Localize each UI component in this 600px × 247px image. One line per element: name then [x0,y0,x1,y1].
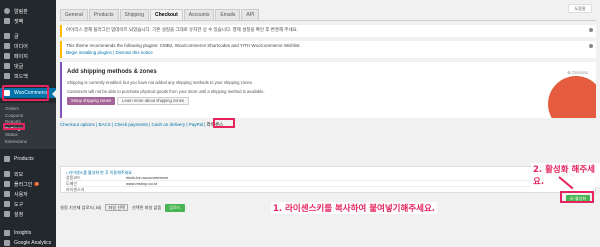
sidebar-item[interactable]: Insights [0,228,56,238]
sidebar-item-label: 알림판 [14,8,28,15]
license-row-value: inicis-for-woocommerce [126,175,169,180]
settings-highlight [3,123,25,130]
activate-highlight [560,191,594,203]
shipping-decoration [530,76,596,118]
setup-shipping-zones-button[interactable]: Setup shipping zones [67,97,116,105]
sidebar-item[interactable]: 글 [0,31,56,41]
shipping-text-1: Shipping is currently enabled, but you h… [67,80,254,85]
sidebar-item[interactable]: 페이지 [0,51,56,61]
checkout-section-links[interactable]: Checkout options | BACS | Check payments… [60,122,223,128]
menu-icon [4,191,10,197]
submenu-item[interactable]: Status [5,132,18,137]
menu-icon [4,33,10,39]
license-row-key: 라이센스키 [66,187,85,192]
plugin-notice-links[interactable]: Begin installing plugins | Dismiss this … [66,50,592,55]
menu-icon [4,43,10,49]
upload-button[interactable]: 업로드 [165,203,185,212]
menu-icon [4,181,10,187]
sidebar-item[interactable]: Products [0,154,56,164]
license-row: 라이센스키 [66,187,589,193]
sidebar-item-label: Google Analytics [14,240,52,246]
sidebar-item[interactable]: 도구 [0,199,56,209]
shipping-text-2: Customers will not be able to purchase p… [67,89,265,94]
tab-item[interactable]: Products [88,9,119,20]
plugin-notice-text: This theme recommends the following plug… [66,43,301,48]
license-panel: • 라이센스를 활성화 한 후 이용해주세요. 상품코드 inicis-for-… [60,166,596,193]
license-tab-highlight [213,118,235,128]
sidebar-item[interactable]: 외모 [0,169,56,179]
menu-icon [4,53,10,59]
file-select-button[interactable]: 파일 선택 [105,204,128,211]
close-icon[interactable] [589,44,593,48]
no-file-text: 선택된 파일 없음 [131,204,162,210]
sidebar-item-label: Products [14,156,34,162]
sidebar-item-label: 플러그인 [14,181,33,188]
admin-sidebar: 알림판 젯팩 글 미디어 페이지 댓글 피드백 WooCommerce Products 외모 플러… [0,0,56,247]
menu-icon [4,230,10,236]
settings-tabs: General Products Shipping Checkout Accounts E… [60,9,260,20]
sidebar-item-label: 도구 [14,201,24,208]
upload-label: 설정 기선제 업로드(.ini) [60,204,102,210]
update-notice-text: 아이리스 결제 플러그인 업데이트 되었습니다. 기존 설정을 그대로 유지한 … [66,27,299,32]
submenu-item[interactable]: Extensions [5,139,27,144]
sidebar-item[interactable]: 댓글 [0,61,56,71]
sidebar-item[interactable]: 플러그인 5 [0,179,56,189]
close-icon[interactable] [589,28,593,32]
sidebar-item-label: 댓글 [14,63,24,70]
section-links-text[interactable]: Checkout options | BACS | Check payments… [60,122,207,127]
menu-icon [4,156,10,162]
sidebar-item-label: 미디어 [14,43,28,50]
submenu-item[interactable]: Orders [5,106,19,111]
shipping-title: Add shipping methods & zones [67,69,157,75]
update-count-badge: 5 [34,182,40,186]
tab-divider [60,20,596,21]
submenu-item[interactable]: Coupons [5,113,23,118]
dismiss-label: Dismiss [572,70,588,75]
sidebar-item-label: 글 [14,33,19,40]
tab-item[interactable]: Shipping [119,9,149,20]
tab-item[interactable]: API [241,9,260,20]
tab-item[interactable]: General [60,9,88,20]
sidebar-item[interactable]: 설정 [0,209,56,219]
tab-item[interactable]: Accounts [183,9,215,20]
sidebar-item-label: 페이지 [14,53,28,60]
woocommerce-highlight [2,85,49,101]
menu-icon [4,201,10,207]
sidebar-item-label: 외모 [14,171,24,178]
sidebar-item-label: 사용자 [14,191,28,198]
sidebar-item-label: 젯팩 [14,18,24,25]
callout-step-1: 1. 라이센스키를 복사하여 붙여넣기해주세요. [271,202,438,214]
menu-icon [4,73,10,79]
sidebar-item[interactable]: 피드백 [0,71,56,81]
sidebar-item[interactable]: Google Analytics [0,238,56,247]
tab-item[interactable]: Checkout [150,9,183,20]
menu-icon [4,211,10,217]
menu-icon [4,171,10,177]
menu-icon [4,240,10,246]
sidebar-item-label: 설정 [14,211,24,218]
menu-icon [4,8,10,14]
menu-icon [4,63,10,69]
main-content: 도움말 General Products Shipping Checkout Accou… [56,0,600,247]
tab-item[interactable]: Emails [215,9,241,20]
sidebar-item[interactable]: 알림판 [0,6,56,16]
sidebar-item-label: Insights [14,230,32,236]
license-row-value: www.mshop.co.kr [126,181,158,186]
learn-shipping-zones-button[interactable]: Learn more about shipping zones [117,97,190,105]
sidebar-item-label: 피드백 [14,73,28,80]
update-notice: 아이리스 결제 플러그인 업데이트 되었습니다. 기존 설정을 그대로 유지한 … [60,25,596,37]
sidebar-item[interactable]: 미디어 [0,41,56,51]
help-button[interactable]: 도움말 [568,4,592,13]
shipping-notice: Add shipping methods & zones Shipping is… [60,62,596,118]
upload-row: 설정 기선제 업로드(.ini) 파일 선택 선택된 파일 없음 업로드 [60,203,185,212]
menu-icon [4,18,10,24]
sidebar-item[interactable]: 젯팩 [0,16,56,26]
plugin-notice: This theme recommends the following plug… [60,41,596,58]
sidebar-item[interactable]: 사용자 [0,189,56,199]
